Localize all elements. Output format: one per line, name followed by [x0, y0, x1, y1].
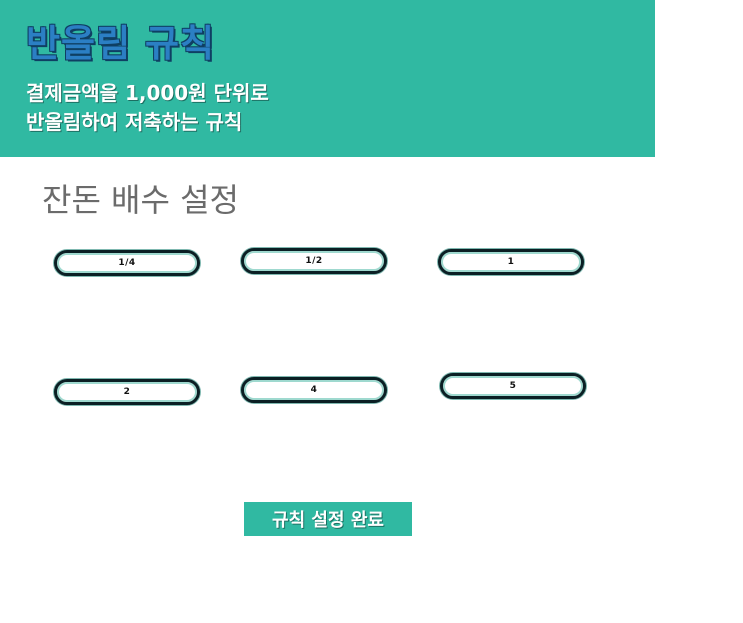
- page-title: 반올림 규칙: [26, 22, 216, 65]
- multiplier-section-title: 잔돈 배수 설정: [42, 181, 239, 219]
- complete-rule-setup-button[interactable]: 규칙 설정 완료: [244, 502, 412, 536]
- multiplier-option-label: 2: [123, 387, 131, 397]
- multiplier-option-five[interactable]: 5: [440, 373, 586, 399]
- multiplier-option-label: 5: [509, 381, 517, 391]
- header-banner: 반올림 규칙 결제금액을 1,000원 단위로 반올림하여 저축하는 규칙: [0, 0, 655, 157]
- multiplier-option-label: 4: [310, 385, 318, 395]
- multiplier-option-four[interactable]: 4: [241, 377, 387, 403]
- multiplier-option-label: 1: [507, 257, 515, 267]
- rule-description-line-1: 결제금액을 1,000원 단위로: [26, 81, 269, 105]
- multiplier-option-two[interactable]: 2: [54, 379, 200, 405]
- multiplier-option-label: 1/2: [305, 256, 323, 266]
- multiplier-option-one[interactable]: 1: [438, 249, 584, 275]
- rule-description-line-2: 반올림하여 저축하는 규칙: [26, 110, 243, 134]
- multiplier-option-half[interactable]: 1/2: [241, 248, 387, 274]
- multiplier-option-quarter[interactable]: 1/4: [54, 250, 200, 276]
- multiplier-option-label: 1/4: [118, 258, 136, 268]
- complete-rule-setup-label: 규칙 설정 완료: [272, 510, 384, 531]
- rounding-rule-screen: 반올림 규칙 결제금액을 1,000원 단위로 반올림하여 저축하는 규칙 잔돈…: [0, 0, 743, 623]
